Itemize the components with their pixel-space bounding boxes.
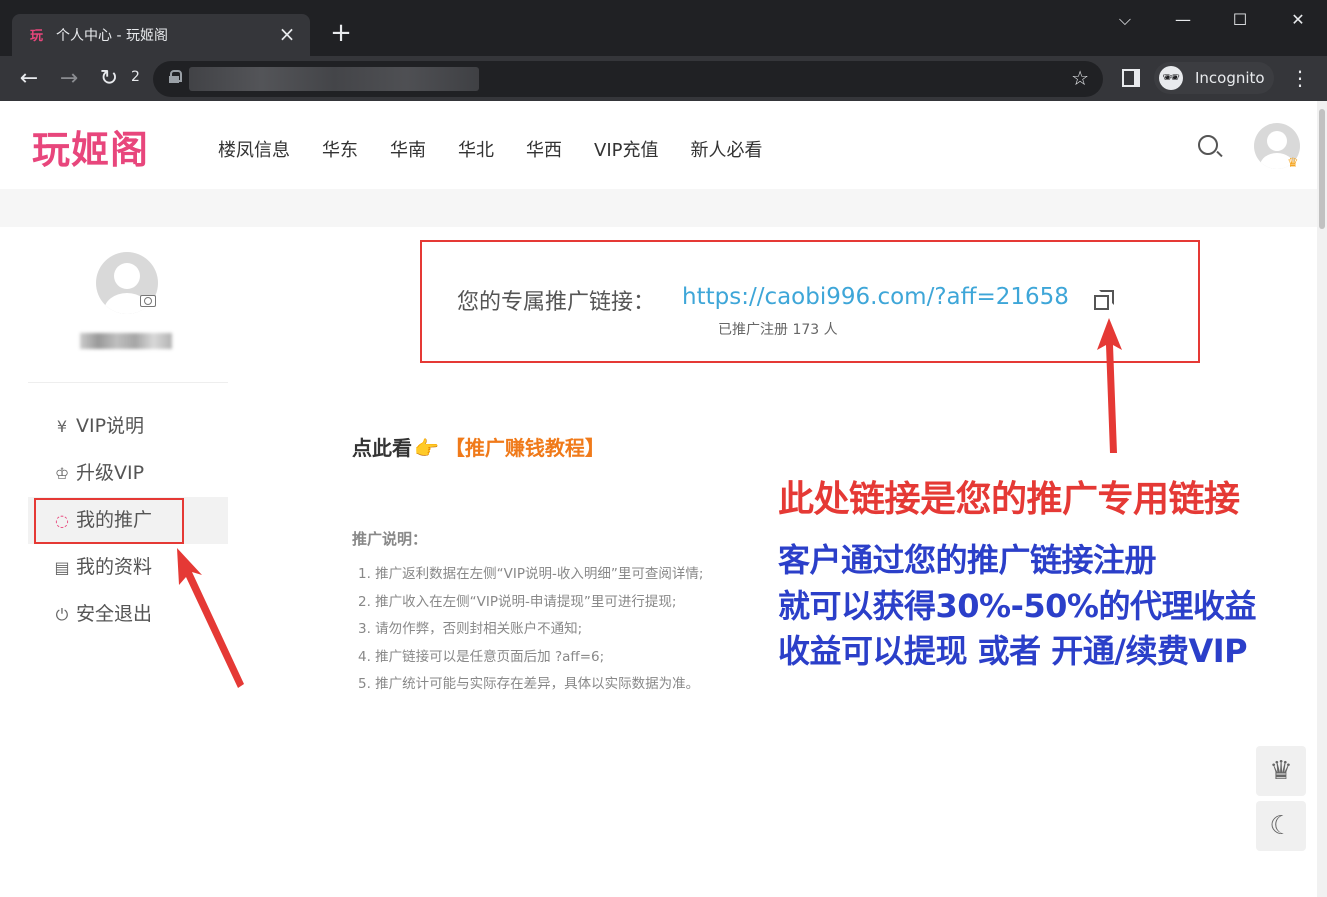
incognito-label: Incognito xyxy=(1195,69,1265,87)
sidebar-item-logout[interactable]: ⏻ 安全退出 xyxy=(28,591,228,638)
promo-link[interactable]: https://caobi996.com/?aff=21658 xyxy=(682,284,1069,310)
reload-count: 2 xyxy=(131,69,140,85)
list-item: 5. 推广统计可能与实际存在差异，具体以实际数据为准。 xyxy=(358,676,700,692)
forward-icon[interactable]: → xyxy=(52,62,86,96)
annotation-red-heading: 此处链接是您的推广专用链接 xyxy=(778,479,1240,520)
power-icon: ⏻ xyxy=(55,605,69,624)
notes-list: 1. 推广返利数据在左侧“VIP说明-收入明细”里可查阅详情; 2. 推广收入在… xyxy=(352,561,703,699)
nav-item-huanan[interactable]: 华南 xyxy=(390,136,426,162)
annotation-blue-line: 收益可以提现 或者 开通/续费VIP xyxy=(778,632,1248,670)
search-icon[interactable] xyxy=(1198,135,1218,155)
promo-registration-count: 已推广注册 173 人 xyxy=(718,322,838,338)
id-card-icon: ▤ xyxy=(54,558,70,577)
promo-link-panel: 您的专属推广链接： https://caobi996.com/?aff=2165… xyxy=(420,240,1200,363)
browser-tab[interactable]: 玩 个人中心 - 玩姬阁 × xyxy=(12,14,310,56)
list-item: 2. 推广收入在左侧“VIP说明-申请提现”里可进行提现; xyxy=(358,593,677,610)
page-scrollbar[interactable] xyxy=(1317,101,1327,897)
tab-title: 个人中心 - 玩姬阁 xyxy=(56,28,168,44)
redacted-username xyxy=(80,333,172,349)
annotation-blue-line: 就可以获得30%-50%的代理收益 xyxy=(778,587,1256,625)
reload-icon[interactable]: ↻ xyxy=(92,62,126,96)
nav-item-vip-recharge[interactable]: VIP充值 xyxy=(594,136,658,162)
promo-notes: 推广说明： 1. 推广返利数据在左侧“VIP说明-收入明细”里可查阅详情; 2.… xyxy=(352,528,703,699)
nav-item-newcomer[interactable]: 新人必看 xyxy=(690,136,762,162)
page-background-band xyxy=(0,189,1317,227)
incognito-icon: 🕶 xyxy=(1159,66,1183,90)
nav-item-huabei[interactable]: 华北 xyxy=(458,136,494,162)
site-header: 玩姬阁 楼凤信息 华东 华南 华北 华西 VIP充值 新人必看 ♛ xyxy=(0,101,1317,189)
copy-icon[interactable] xyxy=(1094,290,1114,310)
scrollbar-thumb[interactable] xyxy=(1319,109,1325,229)
close-window-icon[interactable]: ✕ xyxy=(1283,8,1313,32)
crown-outline-icon: ♔ xyxy=(54,464,70,483)
pointing-hand-icon: 👉 xyxy=(414,436,439,460)
new-tab-button[interactable]: + xyxy=(326,18,356,48)
tutorial-row: 点此看 👉 【推广赚钱教程】 xyxy=(352,432,605,461)
tab-search-icon[interactable]: ⌵ xyxy=(1110,8,1140,32)
dark-mode-moon-button[interactable]: ☾ xyxy=(1256,801,1306,851)
user-sidebar: ¥ VIP说明 ♔ 升级VIP ◌ 我的推广 ▤ 我的资料 ⏻ 安全退出 xyxy=(28,227,228,897)
tab-favicon-icon: 玩 xyxy=(30,29,44,44)
browser-chrome: 玩 个人中心 - 玩姬阁 × + ⌵ — ☐ ✕ ← → ↻ 2 ☆ 🕶 Inc… xyxy=(0,0,1327,101)
sidebar-item-my-profile[interactable]: ▤ 我的资料 xyxy=(28,544,228,591)
lock-icon xyxy=(169,70,182,83)
sidebar-item-label: 升级VIP xyxy=(76,462,145,484)
nav-item-huadong[interactable]: 华东 xyxy=(322,136,358,162)
site-logo[interactable]: 玩姬阁 xyxy=(32,119,149,174)
address-bar[interactable]: ☆ xyxy=(153,61,1103,97)
camera-icon[interactable] xyxy=(140,295,156,307)
browser-toolbar: ← → ↻ 2 ☆ 🕶 Incognito ⋮ xyxy=(0,56,1327,101)
side-panel-icon[interactable] xyxy=(1122,69,1140,87)
sidebar-item-vip-info[interactable]: ¥ VIP说明 xyxy=(28,403,228,450)
promo-link-label: 您的专属推广链接： xyxy=(457,290,656,315)
vip-crown-badge-icon: ♛ xyxy=(1287,156,1299,171)
sidebar-item-upgrade-vip[interactable]: ♔ 升级VIP xyxy=(28,450,228,497)
nav-item-huaxi[interactable]: 华西 xyxy=(526,136,562,162)
sidebar-item-label: VIP说明 xyxy=(76,415,145,437)
bookmark-star-icon[interactable]: ☆ xyxy=(1071,66,1089,90)
list-item: 4. 推广链接可以是任意页面后加 ?aff=6; xyxy=(358,648,605,665)
tutorial-prefix: 点此看 xyxy=(352,436,412,460)
sidebar-item-label: 安全退出 xyxy=(76,603,153,625)
notes-title: 推广说明： xyxy=(352,530,428,548)
annotation-highlight-box-sidebar xyxy=(34,498,184,544)
sidebar-divider xyxy=(28,382,228,383)
list-item: 1. 推广返利数据在左侧“VIP说明-收入明细”里可查阅详情; xyxy=(358,566,704,582)
tab-close-icon[interactable]: × xyxy=(274,21,300,47)
sidebar-item-label: 我的资料 xyxy=(76,556,153,578)
incognito-badge[interactable]: 🕶 Incognito xyxy=(1154,62,1274,94)
maximize-icon[interactable]: ☐ xyxy=(1225,8,1255,32)
back-icon[interactable]: ← xyxy=(12,62,46,96)
yen-circle-icon: ¥ xyxy=(56,417,68,436)
browser-menu-icon[interactable]: ⋮ xyxy=(1290,66,1310,90)
redacted-url xyxy=(189,67,479,91)
minimize-icon[interactable]: — xyxy=(1168,8,1198,32)
list-item: 3. 请勿作弊，否则封相关账户不通知; xyxy=(358,621,583,637)
main-nav: 楼凤信息 华东 华南 华北 华西 VIP充值 新人必看 xyxy=(218,136,794,162)
annotation-blue-line: 客户通过您的推广链接注册 xyxy=(778,541,1157,579)
tutorial-link[interactable]: 【推广赚钱教程】 xyxy=(445,436,605,460)
vip-crown-float-button[interactable]: ♛ xyxy=(1256,746,1306,796)
nav-item-loufeng[interactable]: 楼凤信息 xyxy=(218,136,290,162)
